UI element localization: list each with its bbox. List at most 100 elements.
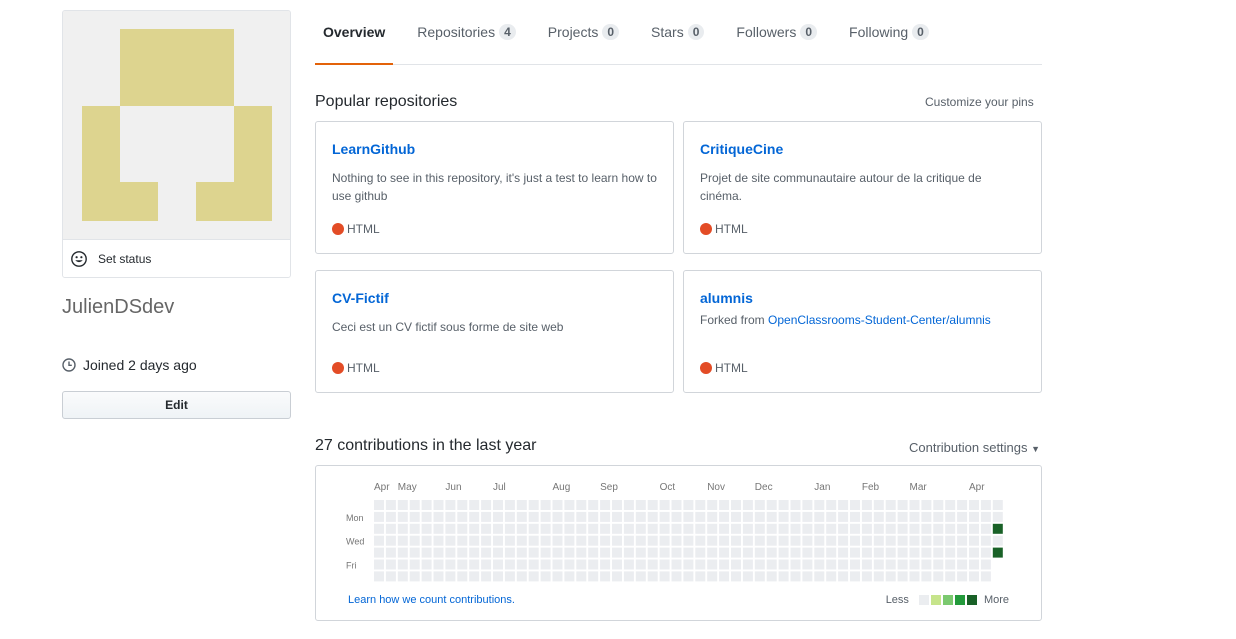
contribution-day[interactable] bbox=[385, 535, 396, 546]
contribution-day[interactable] bbox=[992, 511, 1003, 522]
contribution-day[interactable] bbox=[695, 559, 706, 570]
contribution-day[interactable] bbox=[957, 571, 968, 582]
contribution-day[interactable] bbox=[861, 523, 872, 534]
contribution-day[interactable] bbox=[659, 511, 670, 522]
contribution-day[interactable] bbox=[850, 500, 860, 510]
repo-link[interactable]: CritiqueCine bbox=[700, 141, 783, 157]
contribution-day[interactable] bbox=[719, 535, 730, 546]
contribution-day[interactable] bbox=[838, 571, 849, 582]
forked-from-link[interactable]: OpenClassrooms-Student-Center/alumnis bbox=[768, 313, 991, 327]
contribution-day[interactable] bbox=[719, 571, 730, 582]
contribution-day[interactable] bbox=[612, 523, 622, 534]
contribution-day[interactable] bbox=[421, 523, 432, 534]
contribution-day[interactable] bbox=[992, 500, 1003, 510]
contribution-day[interactable] bbox=[766, 500, 777, 510]
contribution-day[interactable] bbox=[588, 523, 599, 534]
contribution-day[interactable] bbox=[564, 511, 575, 522]
contribution-day[interactable] bbox=[385, 547, 396, 558]
contribution-day[interactable] bbox=[528, 500, 539, 510]
contribution-day[interactable] bbox=[481, 559, 492, 570]
tab-overview[interactable]: Overview bbox=[315, 0, 394, 65]
contribution-day[interactable] bbox=[885, 559, 896, 570]
contribution-day[interactable] bbox=[850, 571, 860, 582]
contribution-day[interactable] bbox=[683, 547, 694, 558]
contribution-day[interactable] bbox=[433, 511, 444, 522]
contribution-day[interactable] bbox=[469, 511, 480, 522]
contribution-day[interactable] bbox=[861, 547, 872, 558]
contribution-day[interactable] bbox=[540, 559, 551, 570]
contribution-day[interactable] bbox=[826, 523, 837, 534]
contribution-day[interactable] bbox=[659, 571, 670, 582]
contribution-day[interactable] bbox=[647, 559, 658, 570]
contribution-day[interactable] bbox=[397, 511, 408, 522]
contribution-day[interactable] bbox=[707, 535, 718, 546]
contribution-day[interactable] bbox=[695, 511, 706, 522]
contribution-day[interactable] bbox=[814, 535, 825, 546]
contribution-day[interactable] bbox=[576, 571, 587, 582]
contribution-day[interactable] bbox=[552, 500, 563, 510]
contribution-day[interactable] bbox=[802, 523, 813, 534]
contribution-day[interactable] bbox=[528, 547, 539, 558]
contribution-day[interactable] bbox=[623, 571, 634, 582]
contribution-day[interactable] bbox=[957, 535, 968, 546]
contribution-day[interactable] bbox=[766, 571, 777, 582]
contribution-day[interactable] bbox=[826, 559, 837, 570]
contribution-day[interactable] bbox=[683, 571, 694, 582]
contribution-day[interactable] bbox=[826, 500, 837, 510]
contribution-day[interactable] bbox=[659, 547, 670, 558]
contribution-day[interactable] bbox=[933, 511, 944, 522]
contribution-day[interactable] bbox=[957, 523, 968, 534]
contribution-day[interactable] bbox=[885, 535, 896, 546]
contribution-day[interactable] bbox=[778, 523, 789, 534]
contribution-day[interactable] bbox=[695, 500, 706, 510]
contribution-day[interactable] bbox=[921, 559, 932, 570]
contribution-day[interactable] bbox=[659, 535, 670, 546]
contribution-day[interactable] bbox=[421, 559, 432, 570]
contribution-day[interactable] bbox=[909, 559, 920, 570]
contribution-day[interactable] bbox=[945, 559, 956, 570]
contribution-day[interactable] bbox=[933, 571, 944, 582]
customize-pins-link[interactable]: Customize your pins bbox=[925, 95, 1034, 109]
contribution-day[interactable] bbox=[873, 511, 884, 522]
tab-projects[interactable]: Projects 0 bbox=[548, 0, 620, 64]
contribution-day[interactable] bbox=[933, 559, 944, 570]
contribution-day[interactable] bbox=[540, 547, 551, 558]
contribution-day[interactable] bbox=[754, 500, 765, 510]
contribution-day[interactable] bbox=[647, 571, 658, 582]
contribution-day[interactable] bbox=[814, 511, 825, 522]
contribution-day[interactable] bbox=[980, 523, 991, 534]
contribution-day[interactable] bbox=[540, 500, 551, 510]
contribution-day[interactable] bbox=[493, 511, 503, 522]
contribution-day[interactable] bbox=[826, 535, 837, 546]
repo-link[interactable]: LearnGithub bbox=[332, 141, 415, 157]
contribution-day[interactable] bbox=[933, 523, 944, 534]
contribution-day[interactable] bbox=[564, 547, 575, 558]
contribution-day[interactable] bbox=[647, 523, 658, 534]
contribution-day[interactable] bbox=[826, 547, 837, 558]
contribution-day[interactable] bbox=[409, 500, 420, 510]
contribution-day[interactable] bbox=[957, 547, 968, 558]
contribution-day[interactable] bbox=[588, 571, 599, 582]
contribution-day[interactable] bbox=[719, 500, 730, 510]
contribution-day[interactable] bbox=[504, 559, 515, 570]
contribution-day[interactable] bbox=[635, 523, 646, 534]
contribution-day[interactable] bbox=[731, 571, 741, 582]
contribution-day[interactable] bbox=[814, 523, 825, 534]
contribution-day[interactable] bbox=[945, 535, 956, 546]
contribution-day[interactable] bbox=[671, 571, 682, 582]
contribution-day[interactable] bbox=[457, 511, 468, 522]
contribution-day[interactable] bbox=[504, 500, 515, 510]
contribution-day[interactable] bbox=[778, 547, 789, 558]
contribution-day[interactable] bbox=[850, 535, 860, 546]
contribution-day[interactable] bbox=[742, 500, 753, 510]
contribution-day[interactable] bbox=[552, 571, 563, 582]
contribution-day[interactable] bbox=[683, 559, 694, 570]
contribution-day[interactable] bbox=[445, 571, 456, 582]
contribution-day[interactable] bbox=[445, 500, 456, 510]
contribution-day[interactable] bbox=[671, 535, 682, 546]
contribution-day[interactable] bbox=[969, 511, 979, 522]
contribution-day[interactable] bbox=[600, 571, 611, 582]
contribution-day[interactable] bbox=[385, 511, 396, 522]
contribution-day[interactable] bbox=[409, 511, 420, 522]
contribution-day[interactable] bbox=[909, 535, 920, 546]
